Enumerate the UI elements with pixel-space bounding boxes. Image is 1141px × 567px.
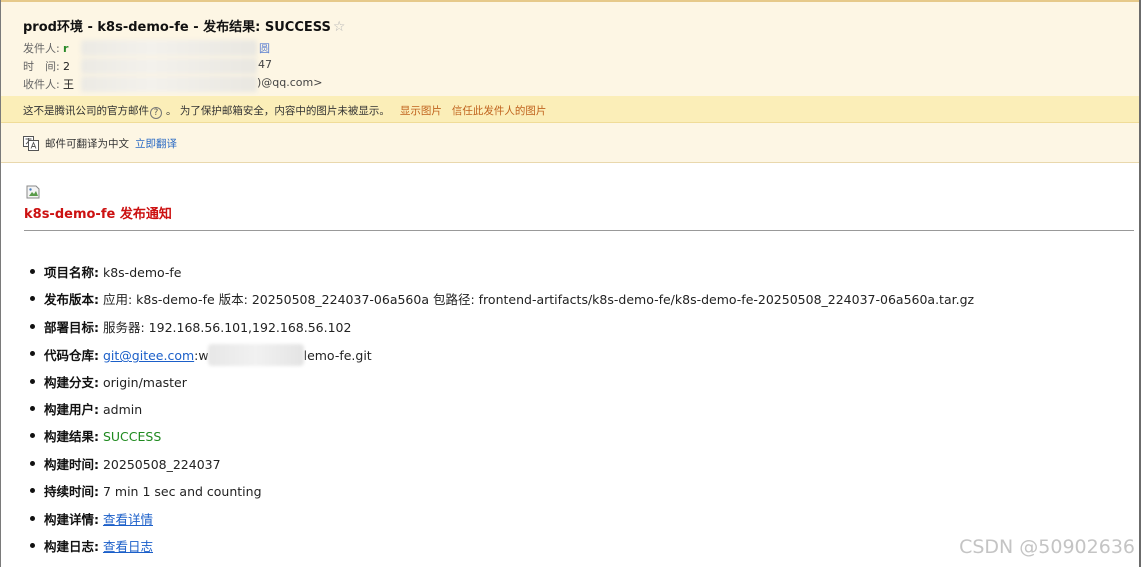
notification-title: k8s-demo-fe 发布通知 bbox=[24, 207, 172, 222]
time-tail: 47 bbox=[258, 58, 272, 71]
list-item-deploy-target: 部署目标: 服务器: 192.168.56.101,192.168.56.102 bbox=[30, 317, 974, 344]
list-item-user: 构建用户: admin bbox=[30, 399, 974, 426]
translate-bar: 邮件可翻译为中文 立即翻译 bbox=[1, 123, 1139, 163]
repo-path-end: lemo-fe.git bbox=[303, 348, 372, 364]
list-item-logs: 构建日志: 查看日志 bbox=[30, 536, 974, 563]
from-tail: 圆 bbox=[259, 42, 270, 55]
to-row: 收件人: 王 bbox=[23, 76, 74, 92]
item-key: 构建时间: bbox=[44, 456, 99, 472]
trust-sender-link[interactable]: 信任此发件人的图片 bbox=[452, 105, 547, 117]
to-tail: )@qq.com> bbox=[257, 76, 323, 89]
repo-link[interactable]: git@gitee.com bbox=[103, 348, 194, 363]
list-item-project: 项目名称: k8s-demo-fe bbox=[30, 262, 974, 289]
item-key: 构建日志: bbox=[44, 538, 99, 554]
item-value: 应用: k8s-demo-fe 版本: 20250508_224037-06a5… bbox=[99, 292, 975, 308]
item-key: 构建结果: bbox=[44, 429, 99, 445]
item-key: 项目名称: bbox=[44, 265, 99, 280]
item-key: 构建分支: bbox=[44, 374, 99, 390]
build-info-list: 项目名称: k8s-demo-fe 发布版本: 应用: k8s-demo-fe … bbox=[30, 262, 974, 563]
broken-image-icon bbox=[26, 184, 40, 199]
translate-now-link[interactable]: 立即翻译 bbox=[135, 138, 177, 150]
list-item-version: 发布版本: 应用: k8s-demo-fe 版本: 20250508_22403… bbox=[30, 289, 974, 316]
repo-path-start: :w bbox=[194, 348, 209, 364]
status-value: SUCCESS bbox=[99, 429, 162, 445]
to-value[interactable]: 王 bbox=[63, 78, 74, 91]
view-logs-link[interactable]: 查看日志 bbox=[103, 539, 153, 554]
csdn-watermark: CSDN @50902636 bbox=[959, 536, 1135, 558]
to-label: 收件人: bbox=[23, 78, 60, 91]
star-icon[interactable]: ☆ bbox=[333, 19, 346, 35]
email-header: prod环境 - k8s-demo-fe - 发布结果: SUCCESS ☆ 发件… bbox=[1, 0, 1139, 96]
help-icon[interactable]: ? bbox=[150, 107, 162, 119]
title-divider bbox=[24, 230, 1134, 231]
from-label: 发件人: bbox=[23, 42, 60, 55]
item-key: 部署目标: bbox=[44, 319, 99, 335]
item-value: 服务器: 192.168.56.101,192.168.56.102 bbox=[99, 319, 352, 335]
from-row: 发件人: r bbox=[23, 40, 68, 56]
list-item-repo: 代码仓库: git@gitee.com:w lemo-fe.git bbox=[30, 344, 974, 371]
repo-redaction bbox=[207, 344, 304, 367]
item-value: k8s-demo-fe bbox=[99, 265, 182, 280]
list-item-details: 构建详情: 查看详情 bbox=[30, 509, 974, 536]
item-value: 7 min 1 sec and counting bbox=[99, 484, 262, 500]
to-redaction bbox=[81, 76, 257, 92]
time-redaction bbox=[81, 58, 257, 74]
view-details-link[interactable]: 查看详情 bbox=[103, 512, 153, 527]
warning-text-end: 。 为了保护邮箱安全，内容中的图片未被显示。 bbox=[166, 105, 390, 117]
list-item-build-time: 构建时间: 20250508_224037 bbox=[30, 454, 974, 481]
item-value: 20250508_224037 bbox=[99, 456, 221, 472]
list-item-branch: 构建分支: origin/master bbox=[30, 372, 974, 399]
item-value: admin bbox=[99, 401, 143, 417]
time-value: 2 bbox=[63, 60, 70, 73]
subject-text: prod环境 - k8s-demo-fe - 发布结果: SUCCESS bbox=[23, 20, 331, 35]
item-value: origin/master bbox=[99, 374, 187, 390]
item-key: 构建详情: bbox=[44, 511, 99, 527]
translate-icon bbox=[23, 136, 39, 154]
item-key: 代码仓库: bbox=[44, 348, 99, 364]
show-images-link[interactable]: 显示图片 bbox=[400, 105, 442, 117]
security-warning-bar: 这不是腾讯公司的官方邮件? 。 为了保护邮箱安全，内容中的图片未被显示。 显示图片信… bbox=[1, 96, 1139, 123]
from-value[interactable]: r bbox=[63, 42, 68, 55]
translate-text: 邮件可翻译为中文 bbox=[45, 138, 129, 150]
email-subject: prod环境 - k8s-demo-fe - 发布结果: SUCCESS ☆ bbox=[23, 16, 345, 35]
from-redaction bbox=[81, 40, 257, 56]
list-item-result: 构建结果: SUCCESS bbox=[30, 426, 974, 453]
item-key: 持续时间: bbox=[44, 484, 99, 500]
item-key: 构建用户: bbox=[44, 401, 99, 417]
list-item-duration: 持续时间: 7 min 1 sec and counting bbox=[30, 481, 974, 508]
warning-text-start: 这不是腾讯公司的官方邮件 bbox=[23, 105, 149, 117]
time-label: 时 间: bbox=[23, 60, 60, 73]
item-key: 发布版本: bbox=[44, 292, 99, 308]
time-row: 时 间: 2 bbox=[23, 58, 70, 74]
